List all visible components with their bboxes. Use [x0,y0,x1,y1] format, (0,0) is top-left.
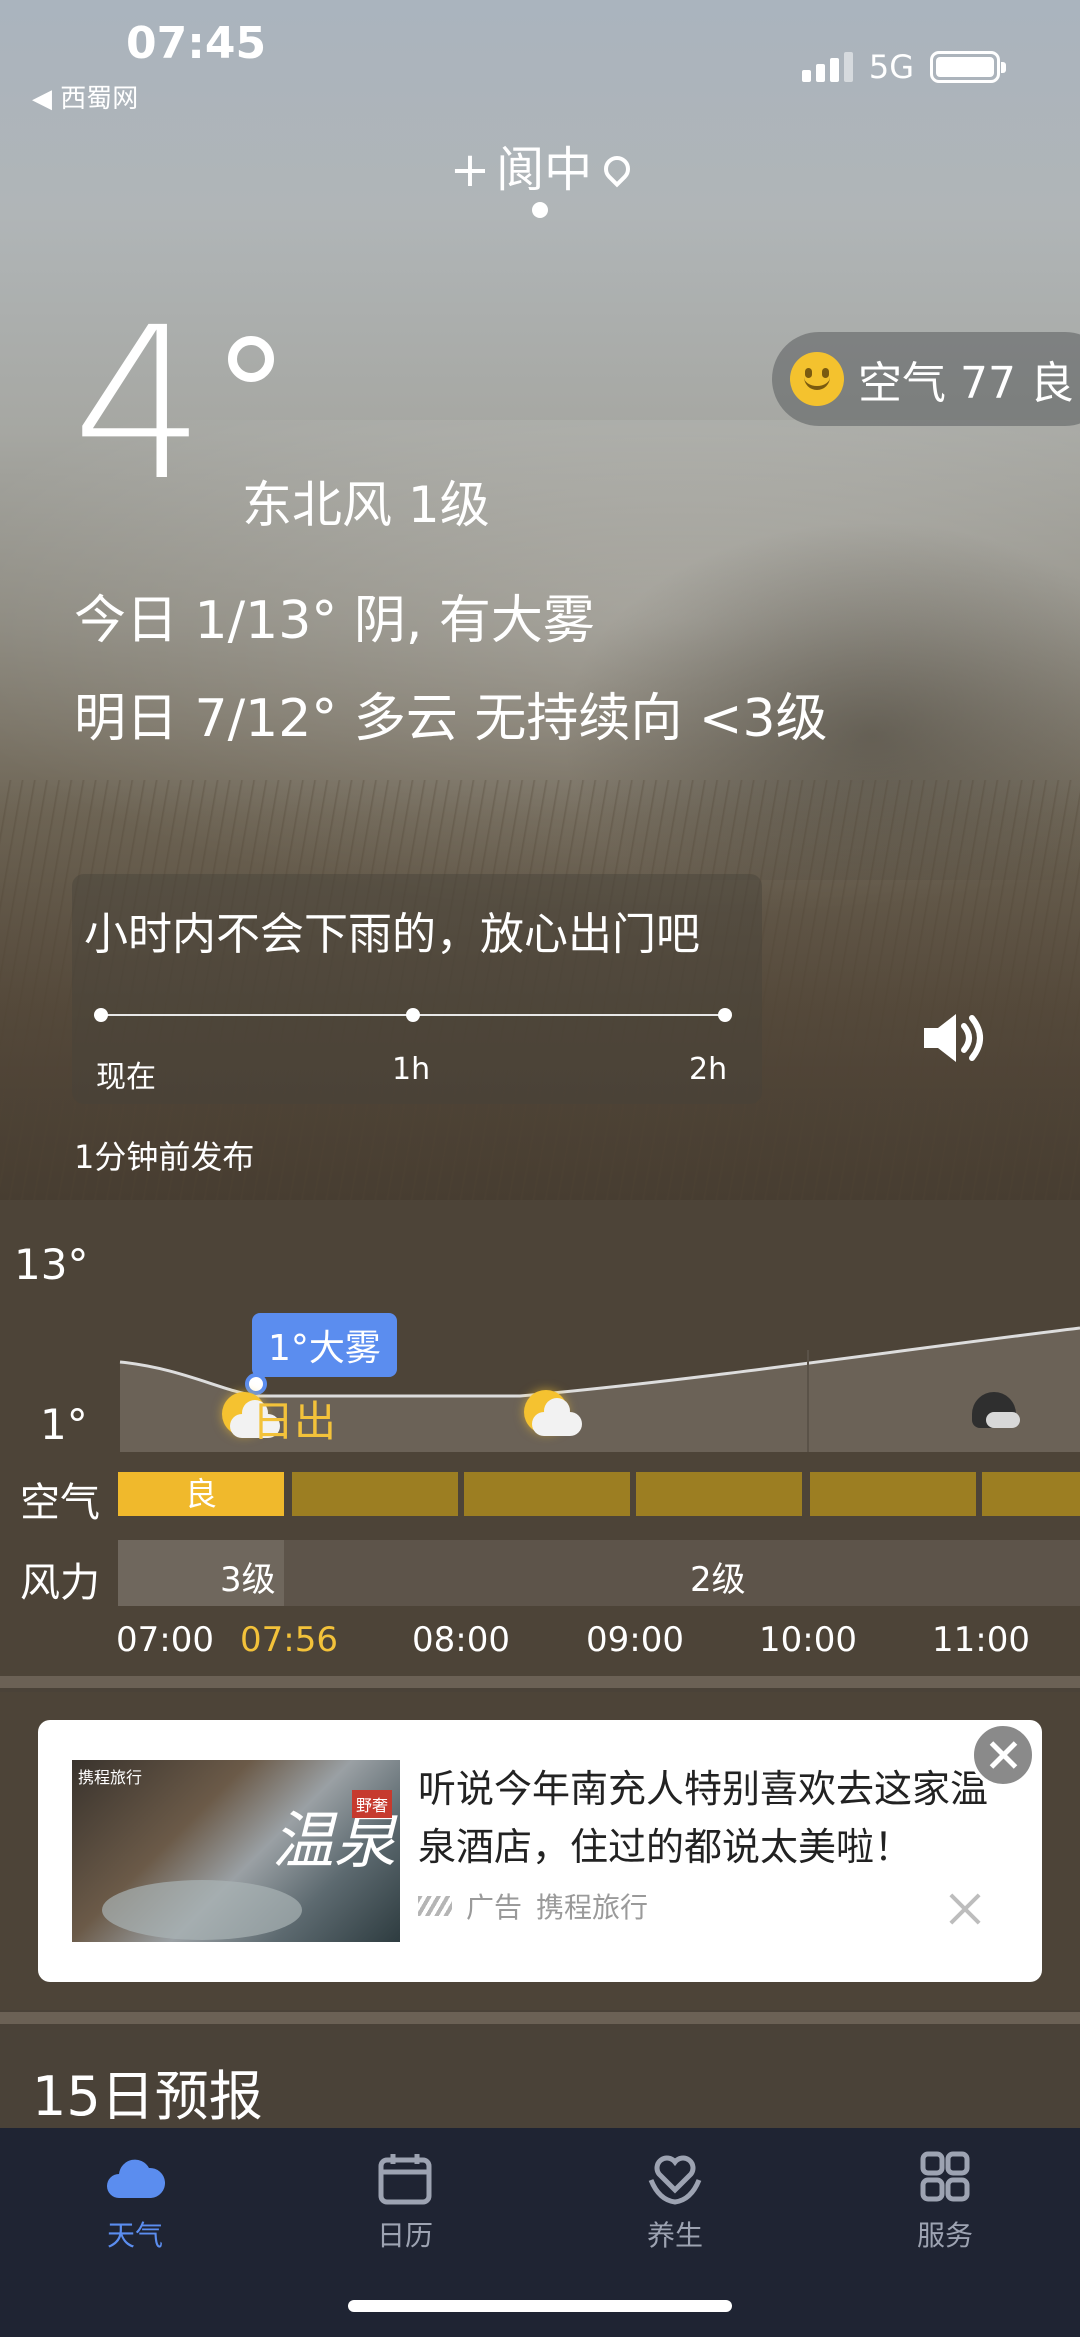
section-divider [0,1676,1080,1688]
aqi-cell: 良 [118,1472,284,1516]
city-name: 阆中 [496,142,593,198]
hour-label-current: 07:56 [240,1620,338,1660]
hour-label: 09:00 [586,1620,684,1660]
grid-icon [915,2150,975,2206]
ad-card[interactable]: 携程旅行 温泉 野奢 听说今年南充人特别喜欢去这家温泉酒店，住过的都说太美啦！ … [38,1720,1042,1982]
smile-face-icon [790,352,844,406]
tab-label: 养生 [646,2219,703,2252]
hour-label: 11:00 [932,1620,1030,1660]
location-pin-icon [598,150,636,188]
hour-label: 10:00 [759,1620,857,1660]
forecast-15day-title[interactable]: 15日预报 [32,2052,263,2131]
air-row-label: 空气 [20,1480,100,1526]
tab-weather[interactable]: 天气 [0,2150,270,2254]
timeline-dot-1h [406,1008,420,1022]
speaker-icon[interactable] [920,1010,990,1066]
degree-symbol [228,336,274,382]
city-header[interactable]: + 阆中 [0,130,1080,200]
ad-title: 听说今年南充人特别喜欢去这家温泉酒店，住过的都说太美啦！ [418,1767,989,1869]
back-to-app-link[interactable]: ◀ 西蜀网 [32,78,138,115]
tab-calendar[interactable]: 日历 [270,2150,540,2254]
ad-dismiss-icon[interactable] [948,1892,982,1926]
ad-image-pool [102,1880,302,1940]
hourly-forecast[interactable]: 13° 1° 1°大雾 日出 空气 良 风力 3级 2级 07:00 07:56… [0,1200,1080,1680]
ad-image: 携程旅行 温泉 野奢 [72,1760,400,1942]
network-type: 5G [868,48,914,86]
published-time: 1分钟前发布 [74,1138,255,1176]
calendar-icon [375,2150,435,2206]
section-divider [0,2012,1080,2024]
status-time: 07:45 [126,18,267,69]
wind-bar [284,1540,1080,1606]
tab-services[interactable]: 服务 [810,2150,1080,2254]
home-indicator[interactable] [348,2300,732,2312]
tab-label: 天气 [106,2219,163,2252]
rain-forecast-card[interactable]: 小时内不会下雨的，放心出门吧 现在 1h 2h [72,874,762,1104]
timeline-dot-2h [718,1008,732,1022]
battery-icon [930,51,1006,83]
today-forecast: 今日 1/13° 阴, 有大雾 [74,591,595,651]
signal-icon [801,52,853,82]
wind-row-label: 风力 [20,1560,100,1606]
ad-image-brand: 携程旅行 [78,1768,143,1787]
tab-label: 日历 [376,2219,433,2252]
hour-label: 08:00 [412,1620,510,1660]
cloudy-night-icon [966,1392,1024,1432]
tab-health[interactable]: 养生 [540,2150,810,2254]
timeline-label-now: 现在 [96,1060,156,1095]
status-indicators: 5G [801,48,1006,86]
ad-mark-icon [418,1896,452,1916]
aqi-cell [982,1472,1080,1516]
tab-label: 服务 [916,2219,973,2252]
tomorrow-forecast: 明日 7/12° 多云 无持续向 <3级 [74,689,828,749]
heart-hand-icon [645,2150,705,2206]
air-quality-label: 空气 77 良 [858,358,1074,409]
ad-section: 携程旅行 温泉 野奢 听说今年南充人特别喜欢去这家温泉酒店，住过的都说太美啦！ … [0,1692,1080,2010]
ad-tag: 广告 [466,1891,523,1924]
hour-tooltip: 1°大雾 [252,1313,397,1377]
sun-cloud-icon [524,1390,584,1440]
sunrise-label: 日出 [252,1397,337,1446]
ad-meta: 广告 携程旅行 [418,1886,648,1926]
timeline-dot-now [94,1008,108,1022]
ad-close-button[interactable] [970,1722,1036,1788]
add-city-icon[interactable]: + [450,142,490,198]
timeline-label-1h: 1h [392,1052,431,1087]
wind-level-label: 3级 [220,1560,276,1600]
rain-message: 小时内不会下雨的，放心出门吧 [84,909,700,960]
current-temperature: 4 [72,282,206,527]
ad-image-tag: 野奢 [352,1790,393,1818]
aqi-cell [810,1472,976,1516]
aqi-cell [292,1472,458,1516]
hour-label: 07:00 [116,1620,214,1660]
timeline-label-2h: 2h [689,1052,728,1087]
air-quality-badge[interactable]: 空气 77 良 [772,332,1080,426]
page-indicator-dot [532,202,548,218]
ad-source: 携程旅行 [536,1891,649,1924]
aqi-cell [636,1472,802,1516]
aqi-cell [464,1472,630,1516]
current-wind: 东北风 1级 [242,476,490,534]
wind-level-label: 2级 [690,1560,746,1600]
cloud-icon [105,2150,166,2206]
